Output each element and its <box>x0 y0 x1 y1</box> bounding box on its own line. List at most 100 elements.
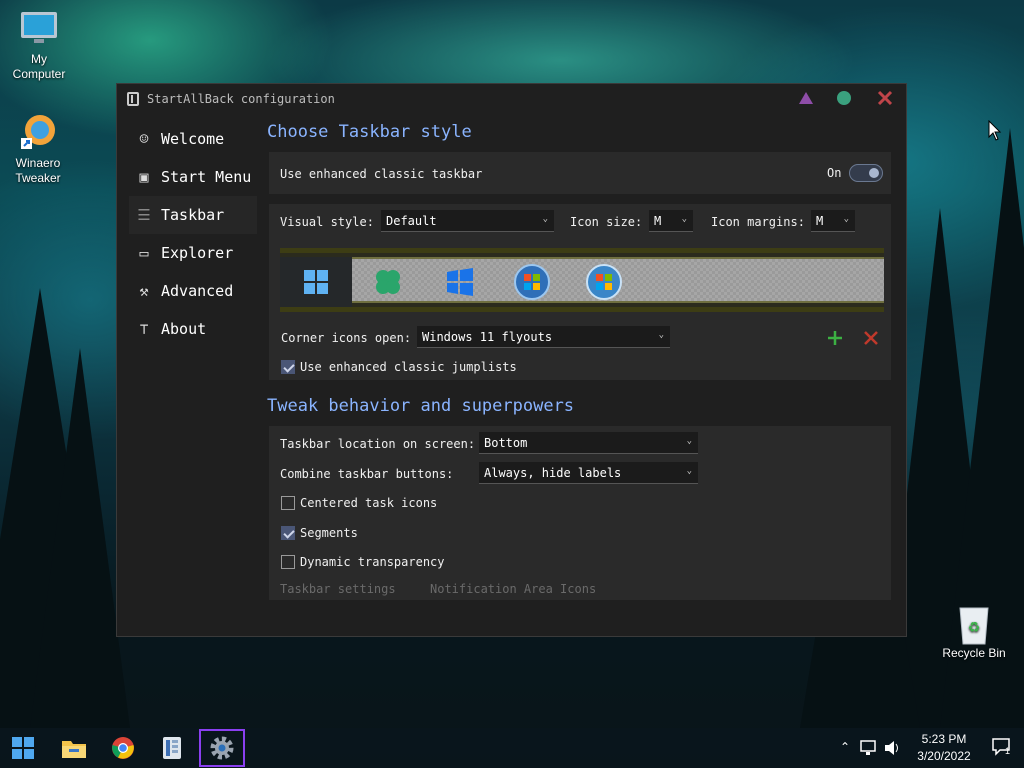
taskbar-icon: ☰ <box>137 206 151 224</box>
sidebar-item-label: Explorer <box>161 244 234 262</box>
start-menu-icon: ▣ <box>139 168 149 186</box>
circle-button[interactable] <box>836 90 852 106</box>
dropdown-value: M <box>654 213 662 228</box>
sidebar-item-label: Start Menu <box>161 168 252 186</box>
checkbox-unchecked[interactable] <box>281 496 295 510</box>
notification-center-button[interactable]: 1 <box>992 738 1012 759</box>
jumplists-checkbox[interactable]: Use enhanced classic jumplists <box>281 360 517 374</box>
winaero-tweaker-icon <box>18 112 58 152</box>
start-button[interactable] <box>3 732 43 764</box>
window-title: StartAllBack configuration <box>147 92 335 106</box>
centered-icons-checkbox[interactable]: Centered task icons <box>281 496 437 510</box>
desktop-icon-winaero-tweaker[interactable]: Winaero Tweaker <box>6 112 70 186</box>
sidebar-item-advanced[interactable]: ⚒ Advanced <box>129 272 257 310</box>
taskbar-style-preview <box>280 248 884 312</box>
windows-10-logo-option[interactable] <box>424 257 496 307</box>
dropdown-value: Windows 11 flyouts <box>422 329 553 344</box>
taskbar-chrome[interactable] <box>103 732 143 764</box>
chevron-down-icon: ⌄ <box>686 466 692 476</box>
sidebar-item-about[interactable]: ⊤ About <box>129 310 257 348</box>
checkbox-unchecked[interactable] <box>281 555 295 569</box>
windows-7-orb-option[interactable] <box>568 257 640 307</box>
visual-style-label: Visual style: <box>280 215 374 229</box>
clock[interactable]: 5:23 PM 3/20/2022 <box>912 732 976 763</box>
enhanced-taskbar-label: Use enhanced classic taskbar <box>280 167 483 181</box>
combine-buttons-label: Combine taskbar buttons: <box>280 467 454 481</box>
sidebar-item-welcome[interactable]: ☺ Welcome <box>129 120 257 158</box>
icon-size-label: Icon size: <box>570 215 643 229</box>
windows-11-logo-icon <box>304 270 328 294</box>
taskbar-file-explorer[interactable] <box>54 732 94 764</box>
triangle-button[interactable] <box>798 90 814 106</box>
desktop-icon-recycle-bin[interactable]: ♻ Recycle Bin <box>942 602 1006 661</box>
checkbox-checked[interactable] <box>281 360 295 374</box>
chevron-down-icon: ⌄ <box>686 436 692 446</box>
icon-margins-dropdown[interactable]: M ⌄ <box>811 210 855 232</box>
add-icon[interactable] <box>827 330 843 346</box>
file-explorer-icon <box>62 741 86 758</box>
chevron-down-icon: ⌄ <box>843 214 849 224</box>
taskbar-location-label: Taskbar location on screen: <box>280 437 476 451</box>
svg-text:♻: ♻ <box>968 619 981 635</box>
toggle-switch[interactable] <box>849 164 884 182</box>
startallback-icon <box>163 737 181 759</box>
checkbox-label: Centered task icons <box>300 496 438 510</box>
sidebar-item-label: Taskbar <box>161 206 225 224</box>
monitor-icon <box>19 8 59 48</box>
windows-logo-icon <box>12 737 34 759</box>
close-button[interactable] <box>877 90 893 106</box>
checkbox-checked[interactable] <box>281 526 295 540</box>
recycle-bin-icon: ♻ <box>954 602 994 645</box>
notification-area-icons-link[interactable]: Notification Area Icons <box>430 582 596 596</box>
icon-margins-label: Icon margins: <box>711 215 805 229</box>
network-icon[interactable] <box>860 740 878 756</box>
dynamic-transparency-checkbox[interactable]: Dynamic transparency <box>281 555 445 569</box>
dropdown-value: Always, hide labels <box>484 465 622 480</box>
sidebar-item-taskbar[interactable]: ☰ Taskbar <box>129 196 257 234</box>
sidebar-item-explorer[interactable]: ▭ Explorer <box>129 234 257 272</box>
combine-buttons-dropdown[interactable]: Always, hide labels ⌄ <box>479 462 698 484</box>
taskbar-settings-link[interactable]: Taskbar settings <box>280 582 396 596</box>
sidebar-nav: ☺ Welcome ▣ Start Menu ☰ Taskbar ▭ Explorer … <box>129 120 257 348</box>
wrench-icon: ⚒ <box>139 282 149 300</box>
segments-checkbox[interactable]: Segments <box>281 526 358 540</box>
startallback-app-icon <box>127 92 139 106</box>
desktop-icon-label: My Computer <box>12 52 66 81</box>
show-hidden-icons-chevron-up-icon[interactable]: ⌃ <box>840 740 850 754</box>
clover-logo-option[interactable] <box>352 257 424 307</box>
windows-taskbar: ⌃ 5:23 PM 3/20/2022 1 <box>0 728 1024 768</box>
sidebar-item-start-menu[interactable]: ▣ Start Menu <box>129 158 257 196</box>
switch-state-label: On <box>827 166 842 180</box>
clock-date: 3/20/2022 <box>917 749 971 763</box>
clock-time: 5:23 PM <box>921 732 967 746</box>
windows-7-orb-blue-option[interactable] <box>496 257 568 307</box>
chevron-down-icon: ⌄ <box>658 330 664 340</box>
taskbar-settings-active[interactable] <box>199 729 245 767</box>
folder-icon: ▭ <box>139 244 149 262</box>
chevron-down-icon: ⌄ <box>542 214 548 224</box>
icon-size-dropdown[interactable]: M ⌄ <box>649 210 693 232</box>
corner-icons-dropdown[interactable]: Windows 11 flyouts ⌄ <box>417 326 670 348</box>
enhanced-taskbar-switch[interactable]: On <box>827 164 884 182</box>
windows-7-orb-blue-icon <box>514 264 550 300</box>
volume-icon[interactable] <box>884 740 902 756</box>
smiley-icon: ☺ <box>139 130 149 148</box>
desktop-icon-label: Winaero Tweaker <box>15 156 61 185</box>
about-icon: ⊤ <box>139 320 149 338</box>
section-heading-taskbar-style: Choose Taskbar style <box>267 122 472 142</box>
chrome-icon <box>112 737 134 759</box>
clover-logo-icon <box>376 270 400 294</box>
sidebar-item-label: About <box>161 320 207 338</box>
taskbar-location-dropdown[interactable]: Bottom ⌄ <box>479 432 698 454</box>
corner-icons-label: Corner icons open: <box>281 331 412 345</box>
remove-icon[interactable] <box>863 330 879 346</box>
notification-count-badge: 1 <box>1005 746 1011 756</box>
dropdown-value: Bottom <box>484 435 528 450</box>
taskbar-startallback[interactable] <box>152 732 192 764</box>
startallback-window: StartAllBack configuration ☺ Welcome ▣ Sta… <box>116 83 907 637</box>
title-bar[interactable]: StartAllBack configuration <box>117 84 906 114</box>
visual-style-dropdown[interactable]: Default ⌄ <box>381 210 554 232</box>
desktop-icon-my-computer[interactable]: My Computer <box>7 8 71 82</box>
chevron-down-icon: ⌄ <box>681 214 687 224</box>
windows-11-logo-option[interactable] <box>280 257 352 307</box>
